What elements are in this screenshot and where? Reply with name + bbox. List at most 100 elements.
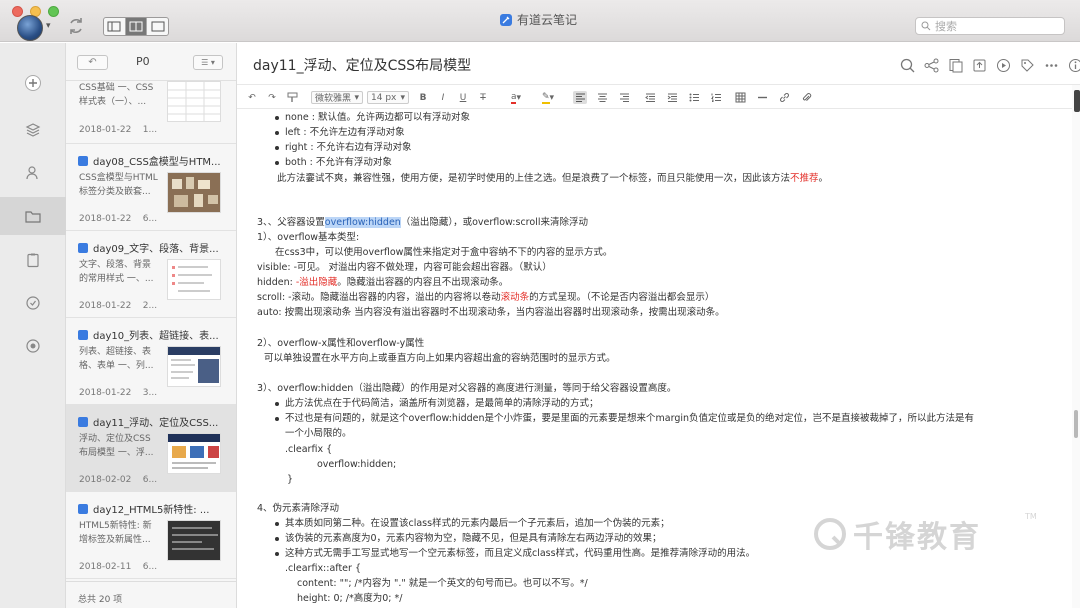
content-scrollbar[interactable]	[1072, 85, 1080, 608]
link-button[interactable]	[777, 91, 791, 104]
copy-button[interactable]	[946, 56, 964, 74]
italic-button[interactable]: I	[437, 91, 449, 104]
app-title: 有道云笔记	[500, 11, 577, 28]
note-date: 2018-01-22 2...	[79, 301, 158, 311]
list-item[interactable]: CSS基础 一、CSS样式表（一）、... 2018-01-22 1...	[66, 67, 236, 144]
text-color-button[interactable]: a ▾	[505, 91, 527, 104]
search-icon	[921, 21, 931, 31]
list-item[interactable]: day12_HTML5新特性: ... HTML5新特性: 新增标签及新属性..…	[66, 492, 236, 579]
watermark: 千锋教育 TM	[813, 512, 1037, 556]
undo-icon: ↶	[248, 92, 256, 103]
highlight-button[interactable]: ✎ ▾	[537, 91, 559, 104]
note-snippet: 浮动、定位及CSS布局模型 一、浮...	[79, 434, 154, 458]
share-icon	[924, 58, 938, 72]
underline-button[interactable]: U	[457, 91, 469, 104]
close-window-button[interactable]	[12, 6, 23, 17]
note-title: day09_文字、段落、背景...	[78, 240, 228, 255]
format-painter-button[interactable]	[285, 91, 299, 104]
view-mode-list-button[interactable]	[104, 18, 126, 35]
user-share-icon	[26, 166, 38, 180]
sort-icon: ☰ ▾	[201, 58, 215, 67]
share-button[interactable]	[922, 56, 940, 74]
bullet	[275, 537, 279, 541]
note-icon	[78, 329, 88, 340]
list-item[interactable]: day08_CSS盒模型与HTM... CSS盒模型与HTML标签分类及嵌套..…	[66, 144, 236, 231]
note-date: 2018-01-22 3...	[79, 388, 158, 398]
indent-button[interactable]	[665, 91, 679, 104]
note-icon	[78, 503, 88, 514]
sidebar-item-tags[interactable]	[0, 241, 66, 279]
page-title[interactable]: day11_浮动、定位及CSS布局模型	[253, 55, 471, 75]
font-family-select[interactable]: 微软雅黑 ▾	[311, 91, 363, 104]
content-line: scroll: -滚动。隐藏溢出容器的内容，溢出的内容将以卷动滚动条的方式呈现。…	[257, 292, 715, 303]
new-note-button[interactable]	[0, 64, 66, 102]
note-date: 2018-01-22 6...	[79, 214, 158, 224]
scrollbar-thumb[interactable]	[1074, 410, 1078, 438]
avatar[interactable]	[17, 15, 43, 41]
view-mode-summary-button[interactable]	[125, 18, 148, 35]
chevron-down-icon[interactable]: ▾	[46, 21, 51, 31]
view-mode-editor-button[interactable]	[147, 18, 168, 35]
note-date: 2018-01-22 1...	[79, 125, 158, 135]
bold-button[interactable]: B	[417, 91, 429, 104]
undo-button[interactable]: ↶	[245, 91, 259, 104]
presentation-button[interactable]	[994, 56, 1012, 74]
horizontal-rule-icon	[757, 96, 767, 99]
tag-button[interactable]	[1018, 56, 1036, 74]
folder-icon	[25, 211, 41, 223]
attachment-button[interactable]	[799, 91, 813, 104]
link-icon	[779, 93, 789, 102]
align-center-button[interactable]	[595, 91, 609, 104]
content-line: 不过也是有问题的，就是这个overflow:hidden是个小炸蛋，要是里面的元…	[285, 413, 975, 424]
note-thumbnail	[167, 172, 221, 213]
export-button[interactable]	[970, 56, 988, 74]
align-left-button[interactable]	[573, 91, 587, 104]
more-button[interactable]	[1042, 56, 1060, 74]
content-line: auto: 按需出现滚动条 当内容没有溢出容器时不出现滚动条，当内容溢出容器时出…	[257, 307, 725, 318]
sidebar-item-star[interactable]	[0, 284, 66, 322]
align-right-button[interactable]	[617, 91, 631, 104]
sidebar	[0, 43, 66, 608]
horizontal-rule-button[interactable]	[755, 91, 769, 104]
note-date: 2018-02-11 6...	[79, 562, 158, 572]
content-line: 一个小局限的。	[285, 428, 352, 439]
numbered-list-button[interactable]	[709, 91, 723, 104]
table-button[interactable]	[733, 91, 747, 104]
redo-icon: ↷	[268, 92, 276, 103]
redo-button[interactable]: ↷	[265, 91, 279, 104]
note-icon	[78, 416, 88, 427]
sidebar-item-latest[interactable]	[0, 111, 66, 149]
content-line: both : 不允许有浮动对象	[285, 157, 392, 168]
code-line: height: 0; /*高度为0; */	[297, 593, 403, 604]
sidebar-item-trash[interactable]	[0, 327, 66, 365]
code-line: overflow:hidden;	[317, 459, 397, 470]
list-item-selected[interactable]: day11_浮动、定位及CSS... 浮动、定位及CSS布局模型 一、浮... …	[66, 405, 236, 492]
search-note-button[interactable]	[898, 56, 916, 74]
numbered-list-icon	[710, 93, 721, 102]
plus-icon	[25, 75, 41, 91]
note-icon	[78, 242, 88, 253]
sidebar-item-shared[interactable]	[0, 154, 66, 192]
info-button[interactable]	[1066, 56, 1080, 74]
strikethrough-button[interactable]: T	[477, 91, 489, 104]
outdent-button[interactable]	[643, 91, 657, 104]
bullet-list-button[interactable]	[687, 91, 701, 104]
section-heading: 3）、overflow:hidden（溢出隐藏）的作用是对父容器的高度进行测量，…	[257, 383, 677, 394]
list-item[interactable]: day09_文字、段落、背景... 文字、段落、背景的常用样式 一、... 20…	[66, 231, 236, 318]
watermark-logo-icon	[814, 518, 846, 550]
content-line: right : 不允许右边有浮动对象	[285, 142, 412, 153]
list-item[interactable]: day10_列表、超链接、表... 列表、超链接、表格、表单 一、列... 20…	[66, 318, 236, 405]
text-color-icon: a	[510, 91, 517, 104]
content-line: 可以单独设置在水平方向上或垂直方向上如果内容超出盒的容纳范围时的显示方式。	[264, 353, 616, 364]
note-snippet: 列表、超链接、表格、表单 一、列...	[79, 347, 154, 371]
sync-icon[interactable]	[66, 16, 86, 36]
maximize-window-button[interactable]	[48, 6, 59, 17]
sidebar-item-folders[interactable]	[0, 197, 66, 235]
italic-icon: I	[441, 92, 445, 103]
font-size-select[interactable]: 14 px ▾	[367, 91, 409, 104]
bullet	[275, 161, 279, 165]
note-list-panel: ↶ P0 ☰ ▾ CSS基础 一、CSS样式表（一）、... 2018-01-2…	[66, 43, 237, 608]
format-painter-icon	[287, 92, 297, 102]
search-input[interactable]: 搜索	[915, 17, 1065, 35]
note-count: 总共 20 项	[66, 581, 236, 608]
